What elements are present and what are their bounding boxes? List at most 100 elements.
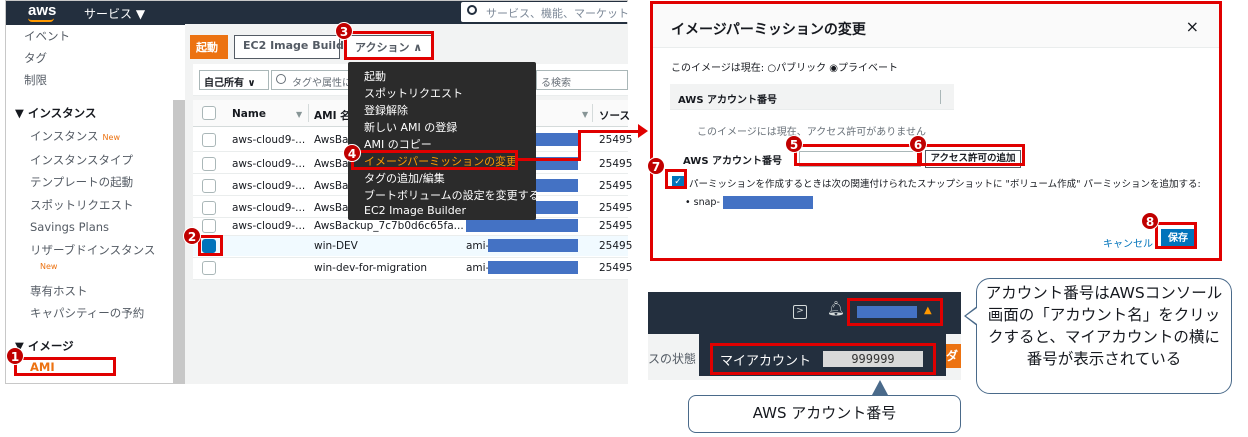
annotation-box-account-name	[847, 298, 943, 326]
row-checkbox[interactable]	[202, 219, 216, 233]
annotation-box-modify-permissions	[351, 150, 518, 170]
column-header-name[interactable]: Name	[232, 108, 266, 120]
row-checkbox[interactable]	[202, 261, 216, 275]
callout-account-number: AWS アカウント番号	[688, 395, 961, 433]
dialog-title: イメージパーミッションの変更	[671, 22, 866, 38]
row-source: 25495	[599, 134, 633, 146]
row-divider	[193, 279, 628, 280]
column-divider	[592, 104, 593, 122]
connector-line	[578, 130, 640, 133]
column-header-ami-name[interactable]: AMI 名	[314, 108, 351, 123]
annotation-box-my-account	[710, 343, 936, 375]
callout-pointer	[872, 380, 888, 395]
sidebar-item-reserved-instances[interactable]: リザーブドインスタンス	[30, 242, 155, 258]
step-badge-5: 5	[785, 135, 803, 153]
arrow-head-icon	[638, 124, 648, 138]
row-name: aws-cloud9-...	[232, 202, 306, 214]
sidebar-item-instances[interactable]: インスタンス New	[30, 128, 120, 144]
column-divider	[940, 90, 941, 104]
menu-item-launch[interactable]: 起動	[364, 68, 386, 84]
row-name: aws-cloud9-...	[232, 134, 306, 146]
search-input-continued[interactable]: る検索	[536, 70, 628, 90]
snapshot-id-label: • snap-	[685, 197, 720, 208]
row-ami-name: win-dev-for-migration	[314, 262, 428, 274]
sort-caret-icon[interactable]: ▼	[296, 110, 302, 119]
cloudshell-icon[interactable]: >	[793, 305, 807, 319]
row-checkbox[interactable]	[202, 201, 216, 215]
sidebar-item-spot-requests[interactable]: スポットリクエスト	[30, 197, 134, 213]
create-volume-permission-label: パーミッションを作成するときは次の関連付けられたスナップショットに "ボリューム…	[689, 179, 1201, 190]
top-search-input[interactable]: サービス、機能、マーケット	[461, 2, 631, 22]
row-divider	[193, 257, 628, 258]
row-ami-id: ami-	[466, 262, 490, 274]
column-header-source[interactable]: ソース	[599, 108, 630, 123]
callout-text: アカウント番号はAWSコンソール画面の「アカウント名」をクリックすると、マイアカ…	[985, 284, 1223, 368]
launch-button[interactable]: 起動	[190, 35, 228, 59]
step-badge-3: 3	[335, 22, 353, 40]
redacted-id	[488, 261, 578, 274]
step-badge-8: 8	[1141, 212, 1159, 230]
row-ami-id: ami-	[466, 240, 490, 252]
menu-item-modify-boot-volume[interactable]: ブートボリュームの設定を変更する	[364, 187, 540, 203]
sidebar-item-savings-plans[interactable]: Savings Plans	[30, 220, 109, 234]
annotation-box-checkbox	[665, 169, 687, 189]
aws-logo-smile	[28, 18, 54, 22]
connector-line	[518, 158, 580, 161]
menu-item-spot-request[interactable]: スポットリクエスト	[364, 85, 463, 101]
cancel-link[interactable]: キャンセル	[1103, 235, 1153, 250]
redacted-snapshot-id	[723, 196, 813, 209]
services-menu[interactable]: サービス ▼	[84, 5, 145, 22]
no-permissions-message: このイメージには現在、アクセス許可がありません	[697, 127, 926, 138]
row-checkbox[interactable]	[202, 179, 216, 193]
new-badge: New	[102, 133, 120, 142]
step-badge-2: 2	[183, 227, 201, 245]
row-ami-name: win-DEV	[314, 240, 358, 252]
new-badge: New	[40, 262, 58, 271]
menu-item-add-edit-tags[interactable]: タグの追加/編集	[364, 170, 445, 186]
sidebar-item-capacity-reservations[interactable]: キャパシティーの予約	[30, 305, 144, 321]
redacted-id	[488, 239, 578, 252]
annotation-box-account-input	[794, 144, 920, 166]
annotation-box-actions	[344, 31, 434, 60]
annotation-box-add-permission	[919, 144, 1025, 166]
callout-pointer	[966, 308, 977, 324]
account-number-label: AWS アカウント番号	[683, 156, 783, 167]
orange-button-fragment[interactable]: ダ	[946, 344, 961, 368]
menu-item-ec2-image-builder[interactable]: EC2 Image Builder	[364, 204, 466, 217]
connector-line	[578, 130, 581, 161]
menu-item-register-new-ami[interactable]: 新しい AMI の登録	[364, 119, 457, 135]
image-builder-button[interactable]: EC2 Image Builder	[234, 35, 357, 59]
redacted-id	[536, 179, 578, 192]
sidebar-section-images[interactable]: ▼ イメージ	[15, 338, 74, 354]
annotation-box-save	[1155, 222, 1197, 249]
row-source: 25495	[599, 262, 633, 274]
row-checkbox[interactable]	[202, 157, 216, 171]
sidebar-item-events[interactable]: イベント	[24, 28, 70, 44]
step-badge-4: 4	[343, 144, 361, 162]
sidebar-section-instances[interactable]: ▼ インスタンス	[15, 105, 96, 121]
redacted-id	[536, 133, 578, 146]
sidebar-scrollbar[interactable]	[173, 100, 185, 384]
state-text-fragment: スの状態	[648, 352, 697, 366]
select-all-checkbox[interactable]	[202, 106, 216, 120]
menu-item-deregister[interactable]: 登録解除	[364, 102, 408, 118]
sidebar-item-tags[interactable]: タグ	[24, 50, 47, 66]
row-ami-name: AwsBackup_7c7b0d6c65fa...	[314, 220, 464, 232]
annotation-box-checkbox	[198, 235, 223, 256]
sidebar-item-dedicated-hosts[interactable]: 専有ホスト	[30, 283, 88, 299]
bell-icon[interactable]: 🔔︎	[827, 301, 845, 317]
owner-filter-select[interactable]: 自己所有 ∨	[199, 70, 269, 90]
row-name: aws-cloud9-...	[232, 158, 306, 170]
aws-logo[interactable]: aws	[28, 2, 56, 19]
sidebar-item-limits[interactable]: 制限	[24, 72, 47, 88]
row-name: aws-cloud9-...	[232, 220, 306, 232]
row-source: 25495	[599, 240, 633, 252]
close-icon[interactable]: ×	[1186, 17, 1199, 36]
step-badge-6: 6	[909, 135, 927, 153]
redacted-id	[466, 219, 578, 232]
sidebar-item-launch-templates[interactable]: テンプレートの起動	[30, 174, 133, 190]
image-visibility-status[interactable]: このイメージは現在: ○パブリック ◉プライベート	[671, 59, 898, 74]
row-checkbox[interactable]	[202, 133, 216, 147]
sort-caret-icon[interactable]: ▼	[582, 110, 588, 119]
sidebar-item-instance-types[interactable]: インスタンスタイプ	[30, 152, 133, 168]
